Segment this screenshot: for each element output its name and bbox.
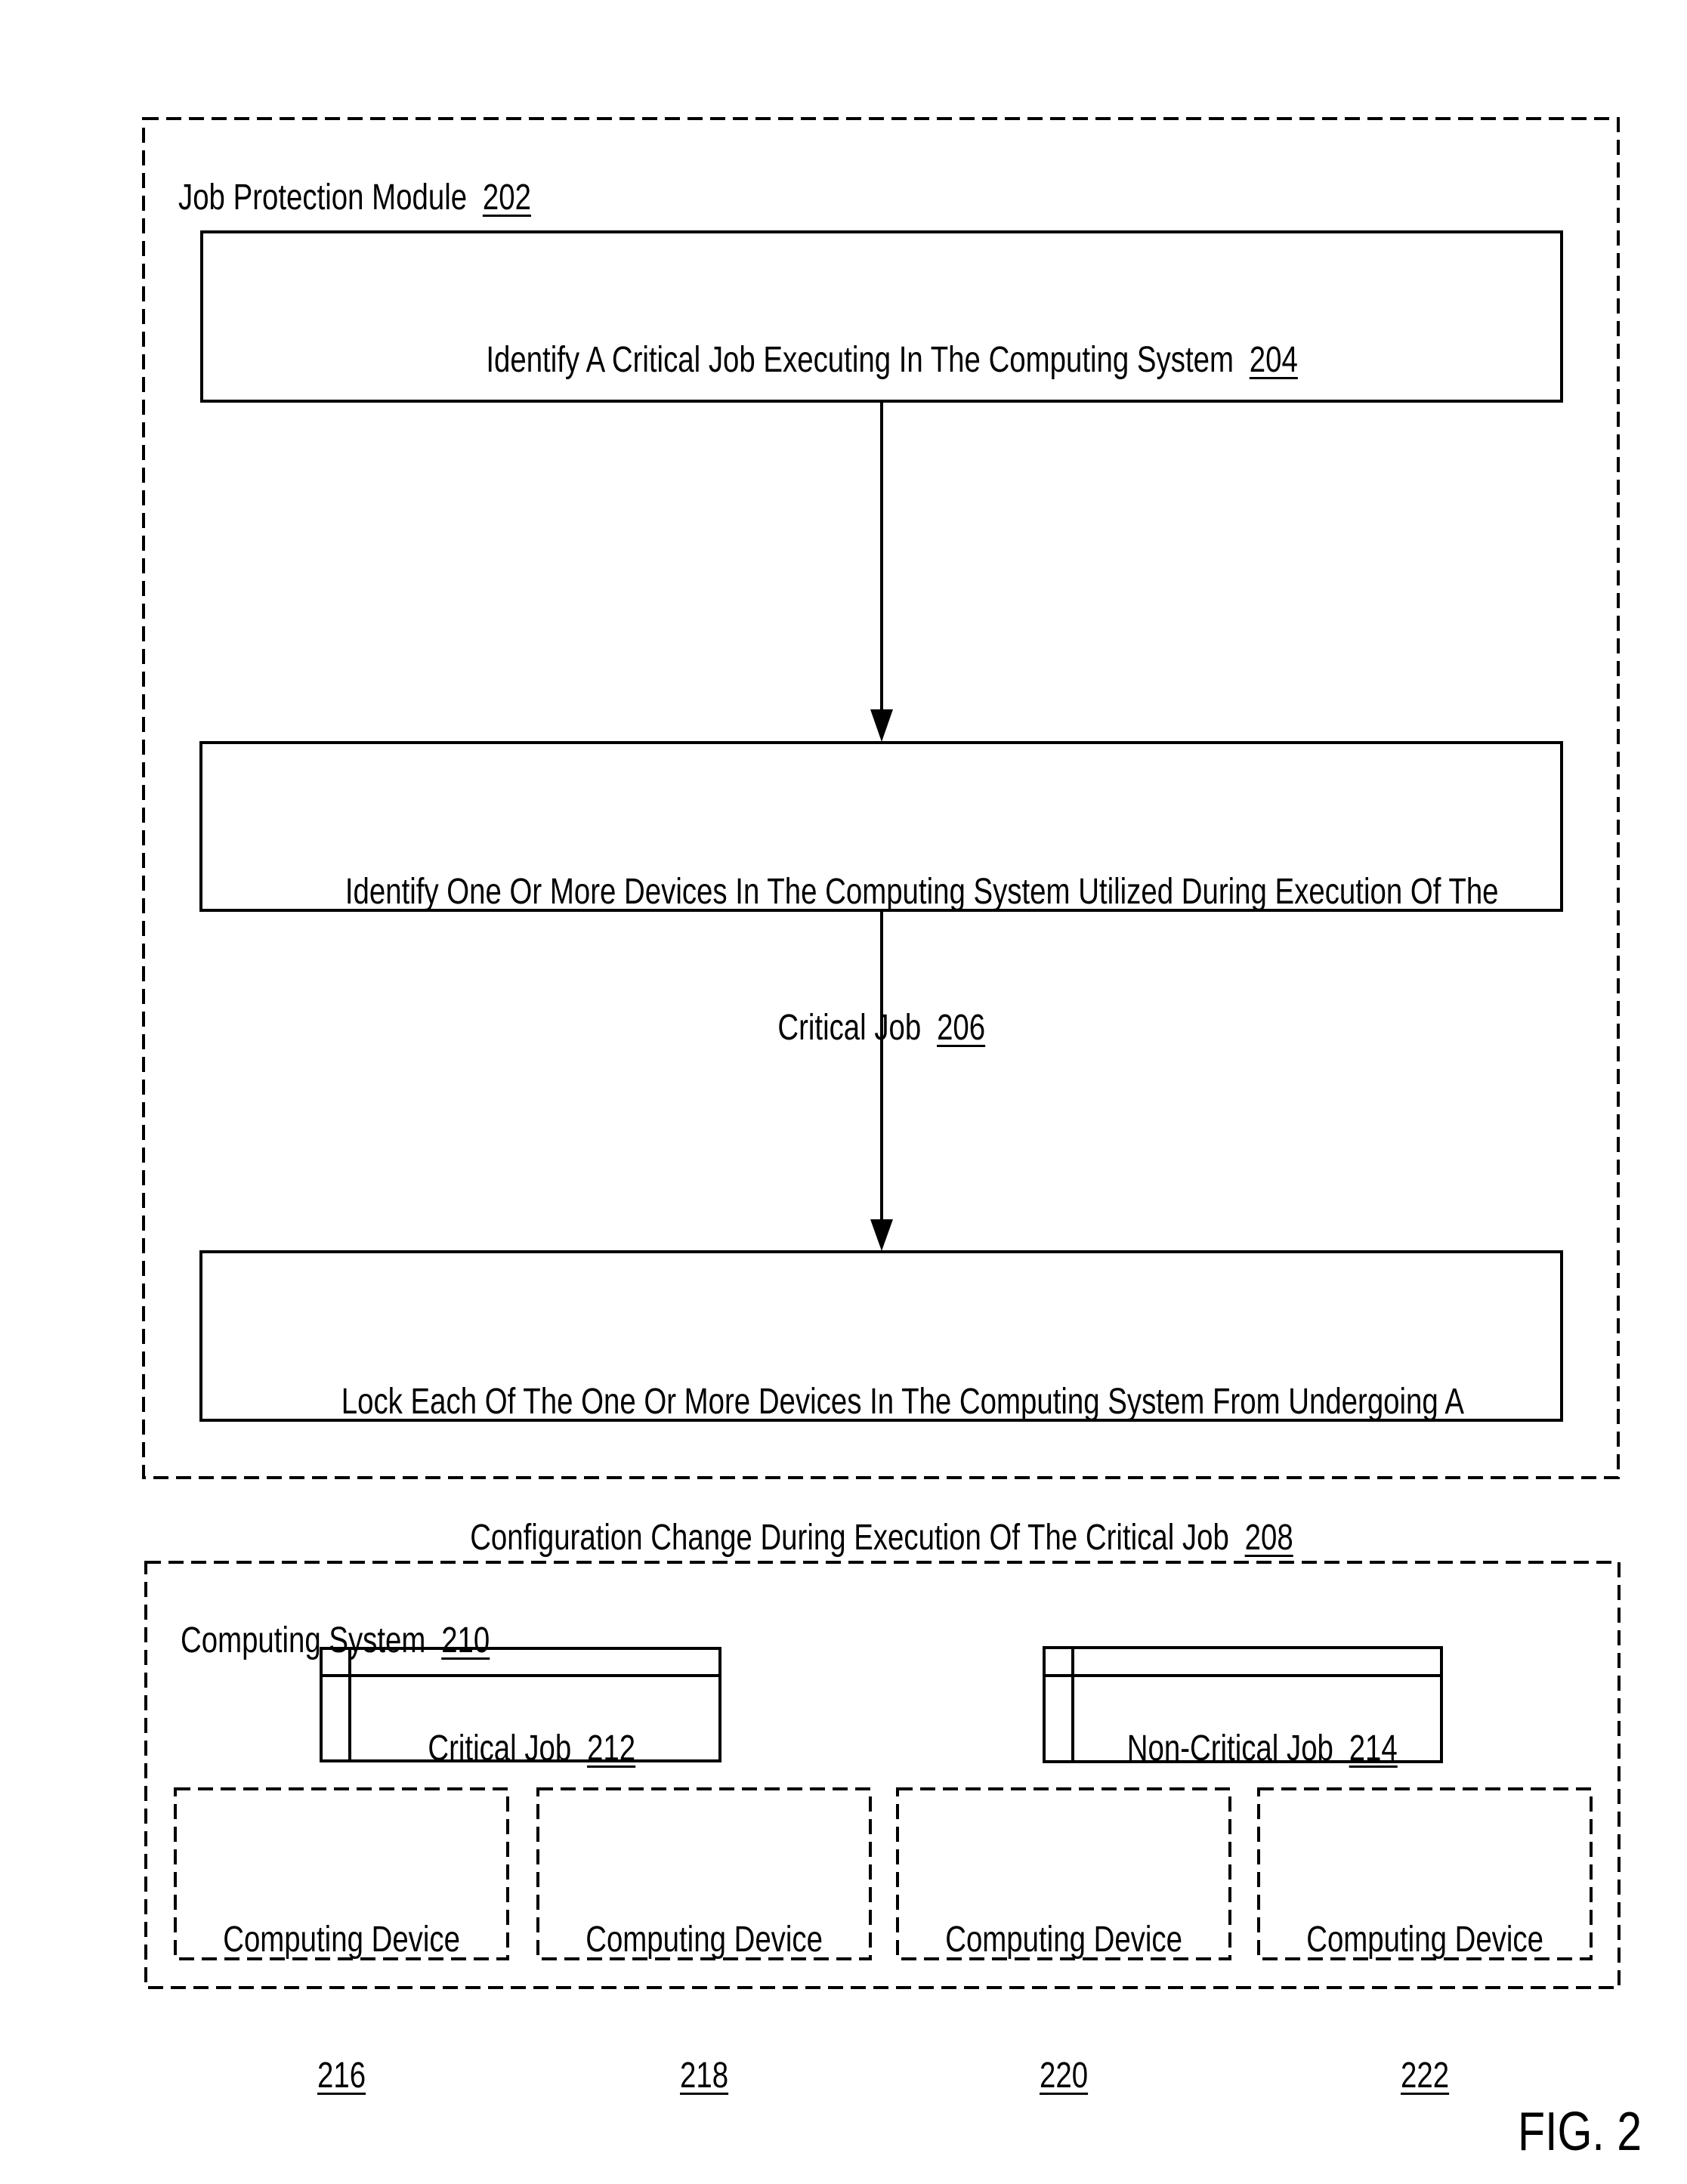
computing-system-title: Computing System 210 xyxy=(160,1573,567,1663)
flow-arrow-1 xyxy=(870,403,893,742)
computing-device-label-216: Computing Device 216 xyxy=(175,1827,508,2144)
critical-job-label: Critical Job 212 xyxy=(350,1681,693,1772)
computing-device-218-text: Computing Device xyxy=(586,1920,823,1960)
flow-arrow-2-head xyxy=(870,1219,893,1251)
computing-device-222-ref: 222 xyxy=(1400,2056,1450,2096)
figure-label-text: FIG. 2 xyxy=(1518,2102,1642,2162)
non-critical-job-text: Non-Critical Job xyxy=(1126,1728,1333,1769)
computing-system-title-text: Computing System xyxy=(180,1620,426,1660)
computing-device-222-text: Computing Device xyxy=(1306,1920,1543,1960)
flow-arrow-1-head xyxy=(870,709,893,742)
computing-system-ref: 210 xyxy=(440,1620,490,1660)
computing-device-220-ref: 220 xyxy=(1039,2056,1089,2096)
computing-device-220-text: Computing Device xyxy=(945,1920,1182,1960)
critical-job-text: Critical Job xyxy=(427,1728,571,1769)
figure-label: FIG. 2 xyxy=(1488,2041,1669,2162)
step-204-text: Identify A Critical Job Executing In The… xyxy=(486,340,1234,380)
computing-device-label-220: Computing Device 220 xyxy=(898,1827,1230,2144)
job-protection-module-title-text: Job Protection Module xyxy=(178,178,467,218)
step-208-text-line-1: Lock Each Of The One Or More Devices In … xyxy=(341,1382,1464,1422)
computing-device-label-218: Computing Device 218 xyxy=(538,1827,870,2144)
non-critical-job-ref: 214 xyxy=(1349,1728,1398,1769)
step-206-text-line-1: Identify One Or More Devices In The Comp… xyxy=(345,872,1499,912)
step-206-text-line-2: Critical Job xyxy=(777,1008,922,1048)
step-204-ref: 204 xyxy=(1249,340,1298,380)
step-206-ref: 206 xyxy=(936,1008,985,1048)
job-protection-module-ref: 202 xyxy=(482,178,531,218)
computing-device-216-ref: 216 xyxy=(317,2056,366,2096)
step-label-lock-devices: Lock Each Of The One Or More Devices In … xyxy=(201,1289,1562,1606)
computing-device-216-text: Computing Device xyxy=(223,1920,460,1960)
step-208-text-line-2: Configuration Change During Execution Of… xyxy=(469,1518,1229,1558)
non-critical-job-label: Non-Critical Job 214 xyxy=(1073,1681,1413,1772)
computing-device-218-ref: 218 xyxy=(679,2056,729,2096)
step-208-ref: 208 xyxy=(1244,1518,1293,1558)
step-label-identify-devices: Identify One Or More Devices In The Comp… xyxy=(201,779,1562,1096)
step-label-identify-critical-job: Identify A Critical Job Executing In The… xyxy=(202,292,1562,383)
job-protection-module-title: Job Protection Module 202 xyxy=(158,130,619,221)
critical-job-ref: 212 xyxy=(586,1728,635,1769)
